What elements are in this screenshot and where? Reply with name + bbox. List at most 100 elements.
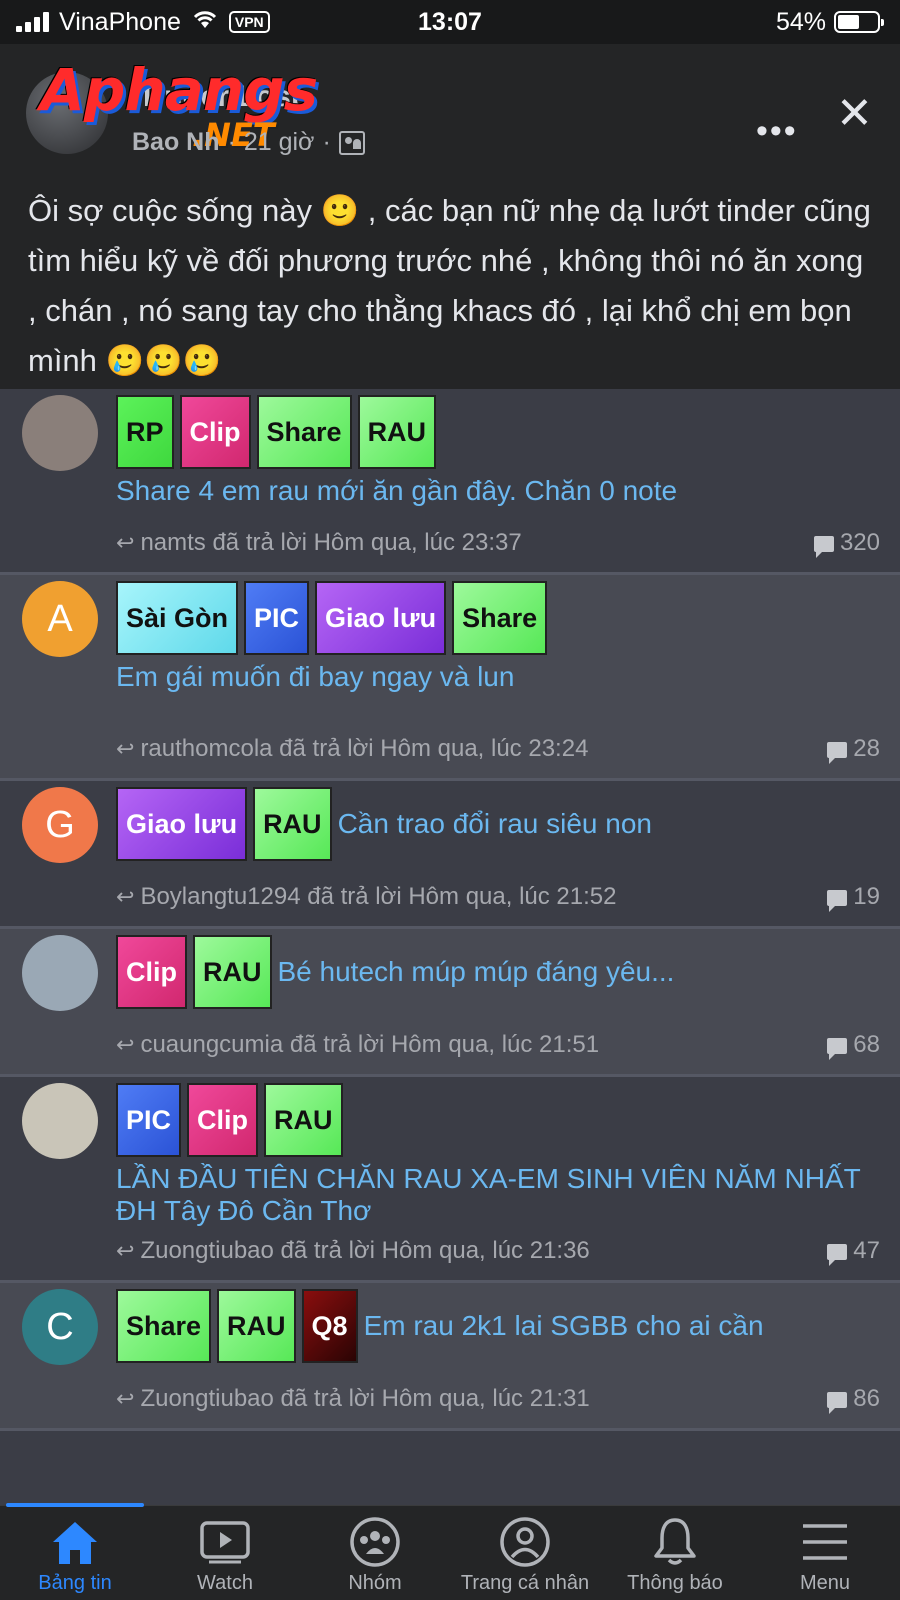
thread-footer: ↩ Boylangtu1294 đã trả lời Hôm qua, lúc 2… (116, 883, 880, 912)
comment-icon (827, 1243, 848, 1266)
thread-row[interactable]: A Sài Gòn PIC Giao lưu Share Em gái muốn đi b… (0, 575, 900, 781)
thread-tag[interactable]: RAU (357, 395, 437, 469)
thread-tag[interactable]: RAU (253, 787, 332, 861)
reply-count: 47 (827, 1237, 880, 1266)
reply-icon: ↩ (116, 1386, 135, 1411)
thread-title-line[interactable]: Share RAU Q8 Em rau 2k1 lai SGBB cho ai cần (116, 1289, 880, 1363)
nav-item-bell[interactable]: Thông báo (600, 1506, 750, 1600)
thread-tag[interactable]: RAU (193, 935, 272, 1009)
thread-title-line[interactable]: Giao lưu RAU Cần trao đổi rau siêu non (116, 787, 880, 861)
thread-title-line[interactable]: Sài Gòn PIC Giao lưu Share Em gái muốn đi ba… (116, 581, 880, 693)
nav-label: Thông báo (627, 1572, 723, 1594)
nav-item-watch[interactable]: Watch (150, 1506, 300, 1600)
reply-count: 86 (827, 1385, 880, 1414)
comment-icon (827, 741, 848, 764)
thread-last-reply[interactable]: ↩ cuaungcumia đã trả lời Hôm qua, lúc 21:… (116, 1031, 599, 1059)
status-bar: VinaPhone VPN 13:07 54% (0, 0, 900, 44)
thread-tag[interactable]: RP (116, 395, 174, 469)
thread-title-line[interactable]: PIC Clip RAU LẦN ĐẦU TIÊN CHĂN RAU XA-EM SI… (116, 1083, 880, 1227)
nav-item-menu[interactable]: Menu (750, 1506, 900, 1600)
thread-title[interactable]: Cần trao đổi rau siêu non (338, 808, 652, 840)
reply-icon: ↩ (116, 736, 135, 761)
thread-tag[interactable]: Sài Gòn (116, 581, 239, 655)
nav-label: Menu (799, 1572, 851, 1594)
thread-last-reply[interactable]: ↩ Boylangtu1294 đã trả lời Hôm qua, lúc 2… (116, 883, 616, 911)
comment-icon (827, 1391, 848, 1414)
reply-count-value: 19 (853, 883, 880, 910)
menu-icon (797, 1514, 853, 1570)
thread-row[interactable]: C Share RAU Q8 Em rau 2k1 lai SGBB cho ai cầ… (0, 1283, 900, 1431)
signal-icon (16, 12, 49, 32)
post-time[interactable]: 21 giờ (244, 128, 315, 157)
reply-count: 68 (827, 1031, 880, 1060)
thread-last-reply[interactable]: ↩ namts đã trả lời Hôm qua, lúc 23:37 (116, 529, 522, 557)
vpn-badge: VPN (228, 11, 270, 33)
home-icon (47, 1514, 103, 1570)
thread-avatar[interactable] (22, 395, 98, 471)
reply-text: Boylangtu1294 đã trả lời Hôm qua, lúc 21… (140, 883, 617, 910)
thread-footer: ↩ rauthomcola đã trả lời Hôm qua, lúc 23:… (116, 735, 880, 764)
thread-row[interactable]: G Giao lưu RAU Cần trao đổi rau siêu non ↩ Bo… (0, 781, 900, 929)
thread-avatar[interactable] (22, 935, 98, 1011)
thread-tag[interactable]: RAU (217, 1289, 296, 1363)
thread-tag[interactable]: Giao lưu (116, 787, 248, 861)
bottom-nav: Bảng tin Watch Nhóm Trang cá nhân Thông báo M… (0, 1503, 900, 1600)
thread-tag[interactable]: Share (256, 395, 352, 469)
watch-icon (197, 1514, 253, 1570)
bell-icon (647, 1514, 703, 1570)
meta-separator-2: · (322, 128, 331, 156)
nav-item-home[interactable]: Bảng tin (0, 1503, 150, 1600)
reply-icon: ↩ (116, 530, 135, 555)
profile-icon (497, 1514, 553, 1570)
thread-avatar[interactable]: C (22, 1289, 98, 1365)
thread-avatar[interactable]: A (22, 581, 98, 657)
thread-title[interactable]: LẦN ĐẦU TIÊN CHĂN RAU XA-EM SINH VIÊN NĂ… (116, 1163, 880, 1227)
post-text: Ôi sợ cuộc sống này 🙂 , các bạn nữ nhẹ d… (28, 193, 871, 378)
wifi-icon (191, 8, 219, 36)
thread-tag[interactable]: Giao lưu (315, 581, 447, 655)
reply-icon: ↩ (116, 1238, 135, 1263)
thread-title[interactable]: Share 4 em rau mới ăn gần đây. Chăn 0 no… (116, 475, 677, 507)
thread-list-image[interactable]: RP Clip Share RAU Share 4 em rau mới ăn gần … (0, 389, 900, 1505)
thread-tag[interactable]: Share (116, 1289, 212, 1363)
battery-percent: 54% (775, 7, 826, 36)
thread-title[interactable]: Bé hutech múp múp đáng yêu... (278, 956, 675, 988)
thread-last-reply[interactable]: ↩ Zuongtiubao đã trả lời Hôm qua, lúc 21:… (116, 1385, 590, 1413)
thread-tag[interactable]: PIC (116, 1083, 182, 1157)
meta-separator: · (227, 128, 236, 156)
reply-count: 320 (813, 529, 880, 558)
thread-row[interactable]: PIC Clip RAU LẦN ĐẦU TIÊN CHĂN RAU XA-EM SI… (0, 1077, 900, 1283)
thread-tag[interactable]: PIC (244, 581, 310, 655)
thread-title-line[interactable]: RP Clip Share RAU Share 4 em rau mới ăn gần … (116, 395, 880, 507)
more-icon[interactable]: ••• (756, 112, 798, 151)
thread-last-reply[interactable]: ↩ rauthomcola đã trả lời Hôm qua, lúc 23:… (116, 735, 588, 763)
thread-tag[interactable]: Q8 (301, 1289, 358, 1363)
groups-icon (347, 1514, 403, 1570)
thread-tag[interactable]: Clip (179, 395, 251, 469)
close-icon[interactable]: ✕ (836, 92, 873, 136)
thread-body: Giao lưu RAU Cần trao đổi rau siêu non (116, 787, 880, 861)
thread-avatar[interactable]: G (22, 787, 98, 863)
reply-count-value: 86 (853, 1385, 880, 1412)
thread-tag[interactable]: RAU (264, 1083, 343, 1157)
watermark-logo: Aphangs (40, 56, 318, 124)
reply-count-value: 320 (839, 529, 880, 556)
reply-text: Zuongtiubao đã trả lời Hôm qua, lúc 21:3… (140, 1385, 590, 1412)
nav-label: Watch (197, 1572, 253, 1594)
thread-tag[interactable]: Clip (187, 1083, 259, 1157)
reply-count-value: 68 (853, 1031, 880, 1058)
nav-item-groups[interactable]: Nhóm (300, 1506, 450, 1600)
thread-title-line[interactable]: Clip RAU Bé hutech múp múp đáng yêu... (116, 935, 880, 1009)
reply-count: 28 (827, 735, 880, 764)
thread-avatar[interactable] (22, 1083, 98, 1159)
thread-last-reply[interactable]: ↩ Zuongtiubao đã trả lời Hôm qua, lúc 21:… (116, 1237, 590, 1265)
post-author[interactable]: Bao Nh (132, 128, 220, 157)
nav-item-profile[interactable]: Trang cá nhân (450, 1506, 600, 1600)
thread-body: Share RAU Q8 Em rau 2k1 lai SGBB cho ai cần (116, 1289, 880, 1363)
thread-tag[interactable]: Clip (116, 935, 187, 1009)
thread-title[interactable]: Em gái muốn đi bay ngay và lun (116, 661, 514, 693)
thread-title[interactable]: Em rau 2k1 lai SGBB cho ai cần (364, 1310, 764, 1342)
thread-row[interactable]: Clip RAU Bé hutech múp múp đáng yêu... ↩ cua… (0, 929, 900, 1077)
thread-row[interactable]: RP Clip Share RAU Share 4 em rau mới ăn gần … (0, 389, 900, 575)
thread-tag[interactable]: Share (452, 581, 548, 655)
